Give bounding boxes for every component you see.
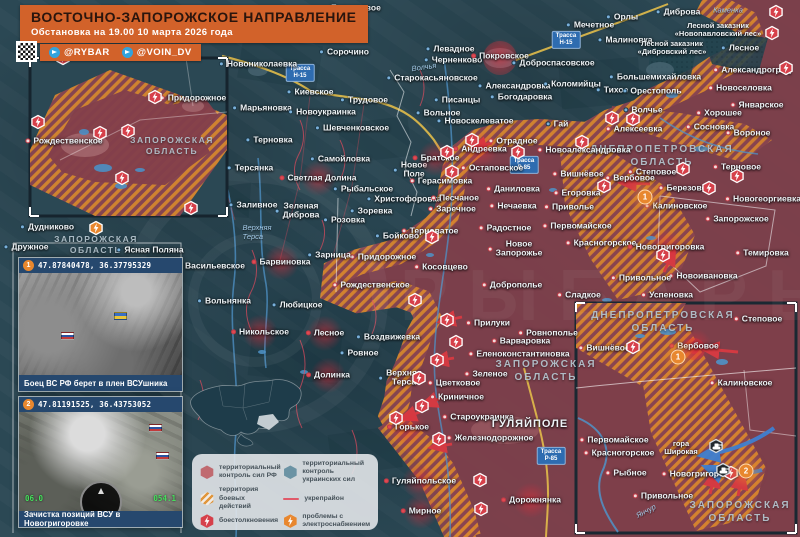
channel-voin-dv: @VOIN_DV xyxy=(122,47,192,58)
inset-bottomright-map xyxy=(576,303,796,533)
hud-right-value: 054.1 xyxy=(153,494,176,503)
photo-2: 06.0 054.1 xyxy=(19,412,182,511)
photo-inset-2: 2 47.81191525, 36.43753052 06.0 054.1 За… xyxy=(18,396,183,528)
photo-1 xyxy=(19,273,182,375)
drone-hud: 06.0 054.1 xyxy=(19,477,182,511)
qr-code xyxy=(16,41,37,62)
legend-item-label: укрепрайон xyxy=(304,495,344,503)
hulyaipole-urban xyxy=(471,416,539,444)
channel-voin-dv-label: @VOIN_DV xyxy=(137,47,192,58)
hex-ru-icon xyxy=(200,465,214,479)
legend-item: территория боевых действий xyxy=(200,486,277,510)
coordinates-label: 47.81191525, 36.43753052 xyxy=(38,400,151,409)
legend-item-label: территориальный контроль сил РФ xyxy=(219,464,281,480)
channel-rybar: @RYBAR xyxy=(49,47,110,58)
legend-item: территориальный контроль сил РФ xyxy=(200,460,277,484)
photo-1-caption: Боец ВС РФ берет в плен ВСУшника xyxy=(19,375,182,391)
page-subtitle: Обстановка на 19.00 10 марта 2026 года xyxy=(31,27,357,38)
russia-flag-icon xyxy=(149,424,162,432)
legend-item: боестолкновения xyxy=(200,513,277,529)
hex-ua-icon xyxy=(283,465,297,479)
legend-item: укрепрайон xyxy=(283,486,370,510)
ukraine-minimap xyxy=(191,379,302,446)
legend-item-label: проблемы с электроснабжением xyxy=(302,513,370,529)
channel-rybar-label: @RYBAR xyxy=(64,47,110,58)
title-block: ВОСТОЧНО-ЗАПОРОЖСКОЕ НАПРАВЛЕНИЕ Обстано… xyxy=(20,5,368,43)
map-legend: территориальный контроль сил РФтерритори… xyxy=(192,454,378,530)
telegram-icon xyxy=(122,47,133,58)
marker-number-badge: 1 xyxy=(23,260,34,271)
inset-topleft-map xyxy=(30,58,227,216)
urban-patch xyxy=(646,62,674,78)
hud-compass xyxy=(80,481,122,511)
legend-item: территориальный контроль украинских сил xyxy=(283,460,370,484)
pokrovske-glow xyxy=(483,41,517,75)
photo-inset-1-header: 1 47.87840478, 36.37795329 xyxy=(19,258,182,273)
hex-clash-icon xyxy=(200,514,214,528)
telegram-icon xyxy=(49,47,60,58)
photo-inset-2-header: 2 47.81191525, 36.43753052 xyxy=(19,397,182,412)
russia-flag-icon xyxy=(156,452,169,460)
line-fort-icon xyxy=(283,498,299,500)
legend-item-label: боестолкновения xyxy=(219,517,278,525)
legend-item-label: территориальный контроль украинских сил xyxy=(302,460,370,484)
coordinates-label: 47.87840478, 36.37795329 xyxy=(38,261,151,270)
legend-item: проблемы с электроснабжением xyxy=(283,513,370,529)
marker-number-badge: 2 xyxy=(23,399,34,410)
channels-bar: @RYBAR @VOIN_DV xyxy=(40,44,201,61)
hud-left-value: 06.0 xyxy=(25,494,43,503)
ukraine-flag-icon xyxy=(114,312,127,320)
photo-2-caption: Зачистка позиций ВСУ в Новогригоровке xyxy=(19,511,182,527)
hex-power-icon xyxy=(283,514,297,528)
photo-inset-1: 1 47.87840478, 36.37795329 Боец ВС РФ бе… xyxy=(18,257,183,392)
war-map: РЫБАРЬ ВОСТОЧНО-ЗАПОРОЖСКОЕ НАПРАВЛЕНИЕ … xyxy=(0,0,800,537)
legend-item-label: территория боевых действий xyxy=(219,486,277,510)
russia-flag-icon xyxy=(61,332,74,340)
page-title: ВОСТОЧНО-ЗАПОРОЖСКОЕ НАПРАВЛЕНИЕ xyxy=(31,9,357,25)
hex-battle-icon xyxy=(200,492,214,506)
